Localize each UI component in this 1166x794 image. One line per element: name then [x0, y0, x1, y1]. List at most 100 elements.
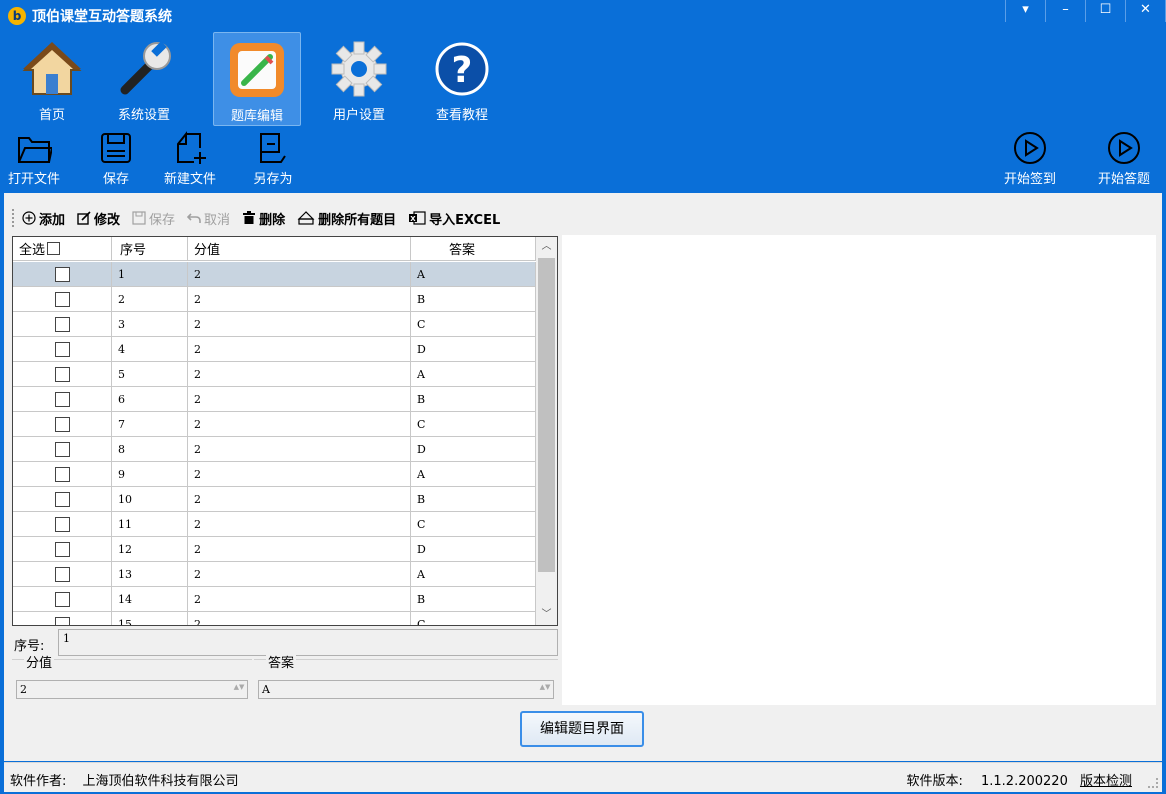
index-cell[interactable]: 15 — [112, 612, 188, 625]
row-checkbox[interactable] — [54, 416, 70, 432]
score-cell[interactable]: 2 — [188, 512, 411, 536]
index-cell[interactable]: 1 — [112, 262, 188, 286]
score-cell[interactable]: 2 — [188, 612, 411, 625]
row-checkbox[interactable] — [54, 591, 70, 607]
scroll-up-arrow-icon[interactable]: ︿ — [536, 237, 557, 257]
row-checkbox[interactable] — [54, 341, 70, 357]
table-row[interactable]: 62B — [13, 387, 536, 412]
row-checkbox[interactable] — [54, 566, 70, 582]
score-cell[interactable]: 2 — [188, 412, 411, 436]
index-cell[interactable]: 5 — [112, 362, 188, 386]
table-row[interactable]: 12 2 D — [13, 537, 536, 562]
index-cell[interactable]: 7 — [112, 412, 188, 436]
index-cell[interactable]: 3 — [112, 312, 188, 336]
version-check-link[interactable]: 版本检测 — [1080, 774, 1132, 789]
answer-cell[interactable]: B — [411, 387, 536, 411]
index-field[interactable]: 1 — [58, 629, 558, 656]
save-button[interactable]: 保存 — [132, 209, 175, 228]
answer-cell[interactable]: C — [411, 312, 536, 336]
index-cell[interactable]: 14 — [112, 587, 188, 611]
nav-item-system-settings[interactable]: 系统设置 — [100, 32, 188, 126]
table-row[interactable]: 22B — [13, 287, 536, 312]
row-checkbox[interactable] — [54, 316, 70, 332]
row-checkbox[interactable] — [54, 491, 70, 507]
select-all-checkbox[interactable] — [47, 242, 61, 255]
answer-cell[interactable]: C — [411, 412, 536, 436]
answer-cell[interactable]: C — [411, 612, 536, 625]
index-header[interactable]: 序号 — [112, 237, 188, 260]
table-row[interactable]: 14 2 B — [13, 587, 536, 612]
index-cell[interactable]: 4 — [112, 337, 188, 361]
new-file-button[interactable]: 新建文件 — [158, 128, 222, 187]
score-cell[interactable]: 2 — [188, 337, 411, 361]
answer-spinner[interactable]: A ▲▼ — [258, 680, 554, 699]
grid-scrollbar[interactable]: ︿ ﹀ — [536, 237, 557, 625]
window-menu-button[interactable]: ▾ — [1006, 0, 1046, 22]
maximize-button[interactable]: ☐ — [1086, 0, 1126, 22]
edit-question-ui-button[interactable]: 编辑题目界面 — [520, 711, 644, 747]
answer-cell[interactable]: D — [411, 437, 536, 461]
table-row[interactable]: 11 2 C — [13, 512, 536, 537]
score-cell[interactable]: 2 — [188, 262, 411, 286]
score-cell[interactable]: 2 — [188, 437, 411, 461]
answer-cell[interactable]: A — [411, 462, 536, 486]
row-checkbox[interactable] — [54, 441, 70, 457]
add-button[interactable]: 添加 — [22, 209, 65, 228]
resize-grip-icon[interactable] — [1148, 778, 1158, 788]
close-button[interactable]: ✕ — [1126, 0, 1166, 22]
score-cell[interactable]: 2 — [188, 387, 411, 411]
answer-cell[interactable]: D — [411, 537, 536, 561]
answer-cell[interactable]: B — [411, 287, 536, 311]
table-row[interactable]: 92A — [13, 462, 536, 487]
spinner-arrows-icon[interactable]: ▲▼ — [539, 683, 551, 696]
spinner-arrows-icon[interactable]: ▲▼ — [233, 683, 245, 696]
cancel-button[interactable]: 取消 — [187, 209, 230, 228]
index-cell[interactable]: 8 — [112, 437, 188, 461]
answer-cell[interactable]: A — [411, 362, 536, 386]
index-cell[interactable]: 2 — [112, 287, 188, 311]
answer-cell[interactable]: D — [411, 337, 536, 361]
table-row[interactable]: 82D — [13, 437, 536, 462]
score-cell[interactable]: 2 — [188, 362, 411, 386]
table-row[interactable]: 42D — [13, 337, 536, 362]
row-checkbox[interactable] — [54, 366, 70, 382]
row-checkbox[interactable] — [54, 616, 70, 625]
table-row[interactable]: 72C — [13, 412, 536, 437]
index-cell[interactable]: 10 — [112, 487, 188, 511]
table-row[interactable]: 32C — [13, 312, 536, 337]
open-file-button[interactable]: 打开文件 — [8, 128, 60, 187]
start-answering-button[interactable]: 开始答题 — [1092, 128, 1156, 187]
import-excel-button[interactable]: X 导入EXCEL — [408, 209, 500, 228]
score-cell[interactable]: 2 — [188, 312, 411, 336]
scroll-down-arrow-icon[interactable]: ﹀ — [536, 605, 557, 625]
save-file-button[interactable]: 保存 — [94, 128, 138, 187]
row-checkbox[interactable] — [54, 266, 70, 282]
row-checkbox[interactable] — [54, 541, 70, 557]
table-row[interactable]: 13 2 A — [13, 562, 536, 587]
minimize-button[interactable]: – — [1046, 0, 1086, 22]
row-checkbox[interactable] — [54, 391, 70, 407]
nav-item-question-bank[interactable]: 题库编辑 — [213, 32, 301, 126]
answer-header[interactable]: 答案 — [411, 237, 536, 260]
score-cell[interactable]: 2 — [188, 487, 411, 511]
nav-item-user-settings[interactable]: 用户设置 — [315, 32, 403, 126]
table-row[interactable]: 12A — [13, 262, 536, 287]
nav-item-tutorial[interactable]: ? 查看教程 — [418, 32, 506, 126]
delete-button[interactable]: 删除 — [242, 209, 285, 228]
table-row[interactable]: 52A — [13, 362, 536, 387]
index-cell[interactable]: 9 — [112, 462, 188, 486]
nav-item-home[interactable]: 首页 — [8, 32, 96, 126]
answer-cell[interactable]: B — [411, 587, 536, 611]
start-sign-in-button[interactable]: 开始签到 — [998, 128, 1062, 187]
score-cell[interactable]: 2 — [188, 537, 411, 561]
answer-cell[interactable]: B — [411, 487, 536, 511]
save-as-button[interactable]: 另存为 — [248, 128, 298, 187]
answer-cell[interactable]: A — [411, 562, 536, 586]
select-all-header[interactable]: 全选 — [13, 237, 112, 260]
index-cell[interactable]: 12 — [112, 537, 188, 561]
score-cell[interactable]: 2 — [188, 287, 411, 311]
table-row[interactable]: 15 2 C — [13, 612, 536, 625]
answer-cell[interactable]: C — [411, 512, 536, 536]
index-cell[interactable]: 13 — [112, 562, 188, 586]
answer-cell[interactable]: A — [411, 262, 536, 286]
